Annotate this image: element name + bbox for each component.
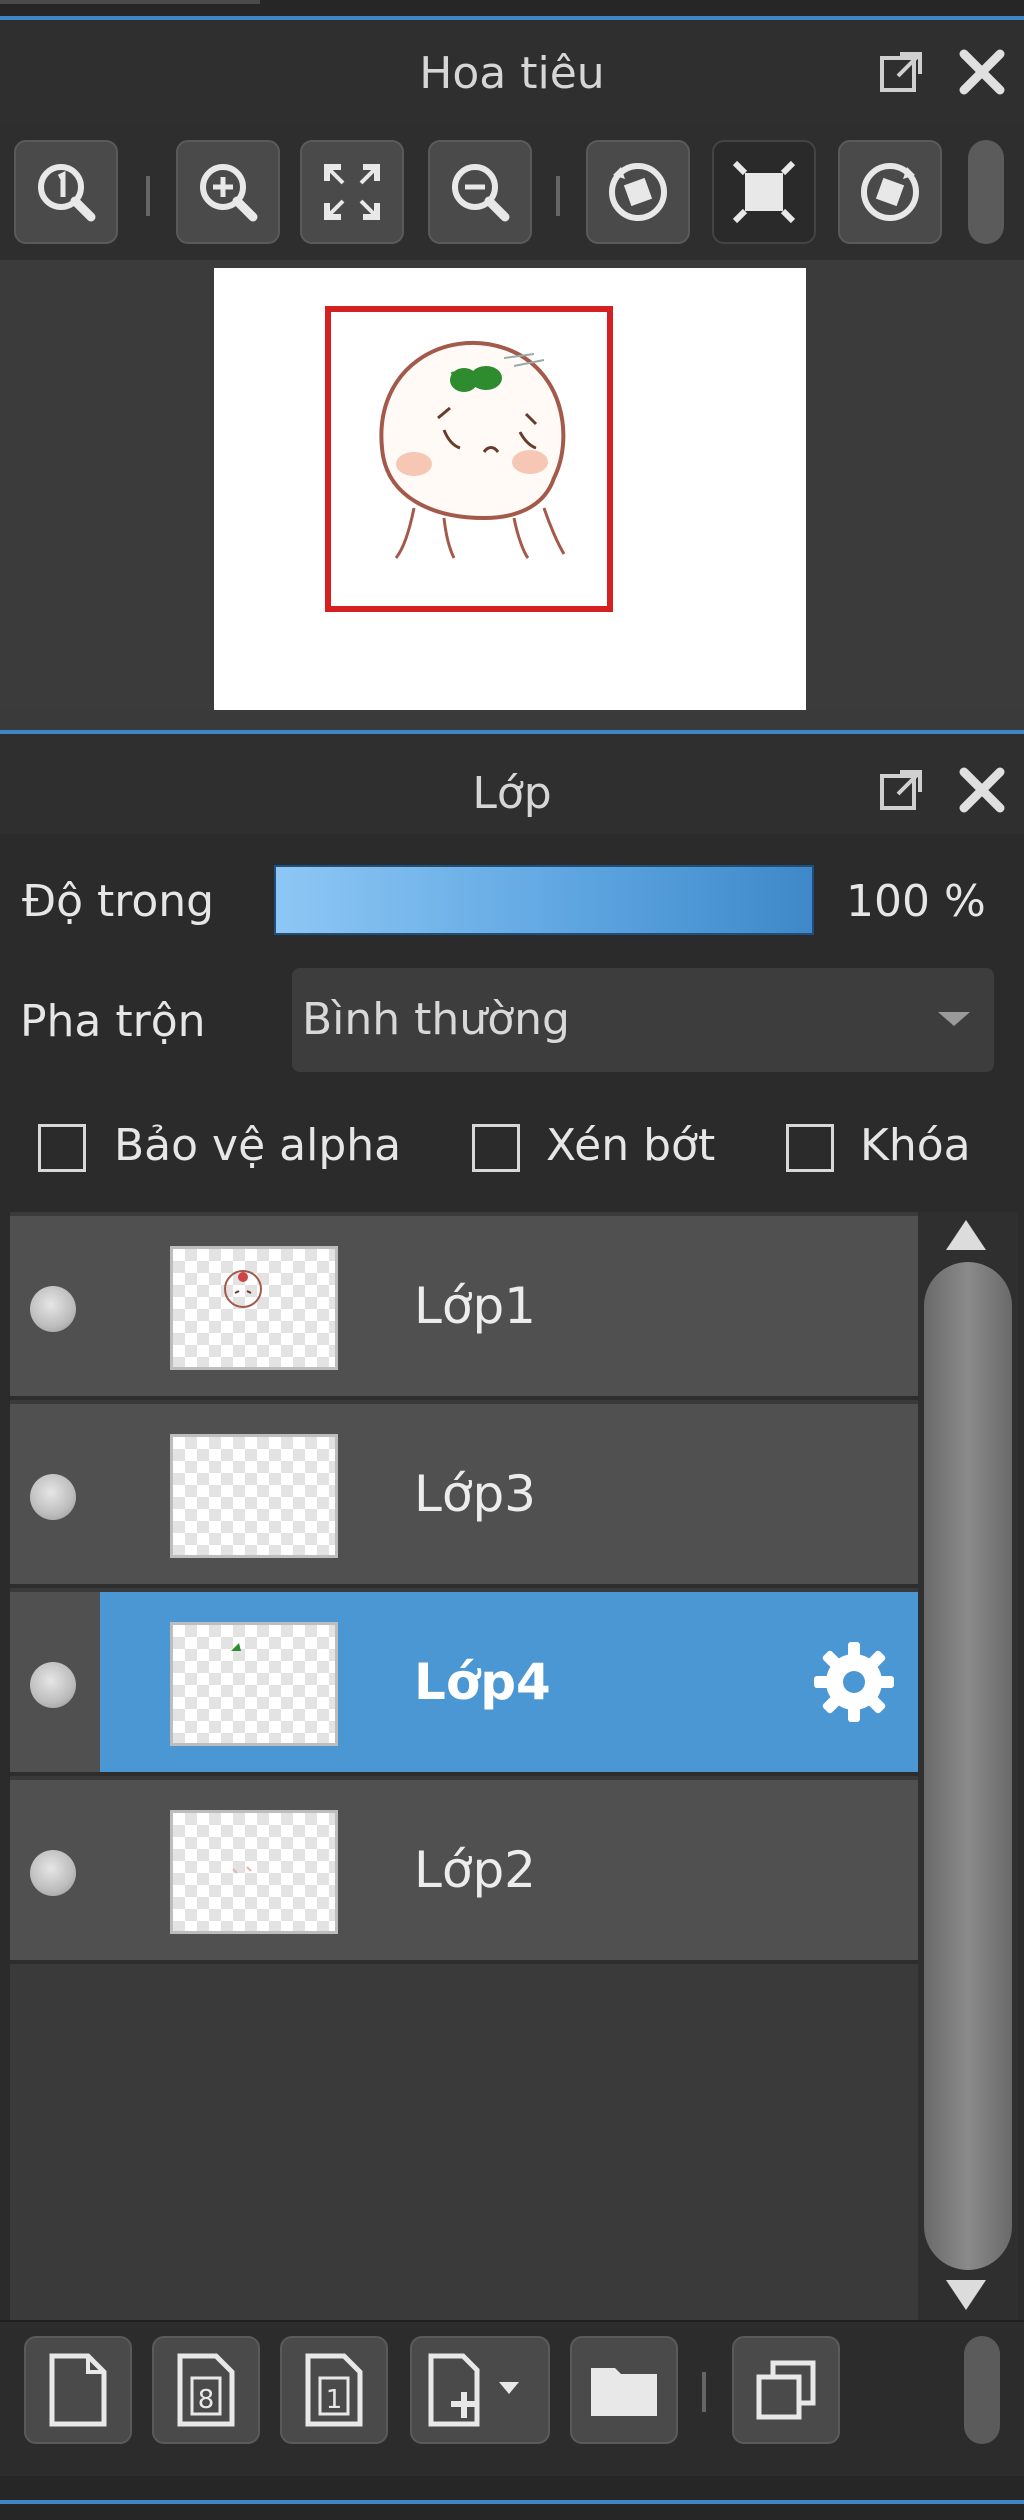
flip-frame-icon — [732, 160, 796, 224]
close-icon[interactable] — [952, 760, 1012, 820]
chevron-down-icon — [938, 1012, 970, 1026]
navigator-view-frame[interactable] — [325, 306, 613, 612]
layer-thumbnail — [170, 1246, 338, 1370]
protect-alpha-label: Bảo vệ alpha — [114, 1120, 402, 1171]
navigator-toolbar — [0, 124, 1024, 260]
new-8bit-layer-icon: 8 — [177, 2353, 235, 2427]
toolbar-scroll-handle[interactable] — [968, 140, 1004, 244]
popout-icon[interactable] — [872, 760, 932, 820]
sketch-thumbnail-icon — [232, 1866, 252, 1874]
layer-name: Lớp3 — [414, 1465, 536, 1523]
rotate-right-icon — [861, 163, 919, 221]
top-strip-mark — [0, 0, 260, 4]
new-layer-icon — [49, 2353, 107, 2427]
clipping-label: Xén bớt — [546, 1120, 716, 1171]
new-1bit-layer-button[interactable]: 1 — [280, 2336, 388, 2444]
lock-label: Khóa — [860, 1120, 971, 1171]
visibility-toggle[interactable] — [30, 1474, 76, 1520]
sketch-thumbnail-icon — [224, 1270, 262, 1308]
layer-row[interactable]: Lớp1 — [10, 1216, 918, 1400]
zoom-in-icon — [200, 164, 258, 222]
duplicate-layer-icon — [756, 2360, 816, 2420]
top-strip — [0, 0, 1024, 16]
scrollbar-thumb[interactable] — [924, 1262, 1012, 2270]
opacity-slider[interactable] — [274, 865, 814, 935]
add-layer-dropdown-icon — [428, 2353, 519, 2427]
fit-screen-icon — [324, 164, 380, 220]
layer-row[interactable]: Lớp3 — [10, 1404, 918, 1588]
opacity-value: 100 % — [846, 876, 986, 927]
layer-thumbnail — [170, 1810, 338, 1934]
layer-thumbnail — [170, 1434, 338, 1558]
layer-row-selected[interactable]: Lớp4 — [10, 1592, 918, 1776]
toolbar-separator — [702, 2372, 706, 2412]
navigator-title: Hoa tiêu — [419, 48, 605, 99]
zoom-actual-button[interactable] — [14, 140, 118, 244]
fit-screen-button[interactable] — [300, 140, 404, 244]
toolbar-scroll-handle[interactable] — [964, 2336, 1000, 2444]
new-folder-button[interactable] — [570, 2336, 678, 2444]
duplicate-layer-button[interactable] — [732, 2336, 840, 2444]
zoom-out-button[interactable] — [428, 140, 532, 244]
toolbar-separator — [146, 176, 150, 216]
folder-icon — [591, 2368, 657, 2416]
clipping-checkbox[interactable] — [472, 1124, 520, 1172]
navigator-titlebar: Hoa tiêu — [0, 20, 1024, 128]
scroll-down-icon[interactable] — [946, 2280, 986, 2310]
zoom-in-button[interactable] — [176, 140, 280, 244]
opacity-label: Độ trong — [22, 876, 215, 927]
zoom-out-icon — [452, 164, 510, 222]
protect-alpha-checkbox[interactable] — [38, 1124, 86, 1172]
visibility-toggle[interactable] — [30, 1286, 76, 1332]
rotate-left-icon — [609, 163, 667, 221]
layers-title: Lớp — [472, 768, 552, 819]
toolbar-separator — [556, 176, 560, 216]
leaf-thumbnail-icon — [231, 1643, 241, 1651]
close-icon[interactable] — [952, 42, 1012, 102]
layer-name: Lớp1 — [414, 1277, 536, 1335]
flip-frame-button[interactable] — [712, 140, 816, 244]
visibility-toggle[interactable] — [30, 1662, 76, 1708]
popout-icon[interactable] — [872, 42, 932, 102]
bottom-strip — [0, 2476, 1024, 2520]
new-1bit-layer-icon: 1 — [305, 2353, 363, 2427]
new-layer-button[interactable] — [24, 2336, 132, 2444]
layer-name: Lớp4 — [414, 1653, 551, 1711]
add-layer-dropdown-button[interactable] — [410, 2336, 550, 2444]
svg-text:8: 8 — [198, 2385, 215, 2415]
visibility-toggle[interactable] — [30, 1850, 76, 1896]
rotate-right-button[interactable] — [838, 140, 942, 244]
svg-text:1: 1 — [326, 2385, 343, 2415]
zoom-actual-icon — [38, 164, 96, 222]
new-8bit-layer-button[interactable]: 8 — [152, 2336, 260, 2444]
rotate-left-button[interactable] — [586, 140, 690, 244]
blend-label: Pha trộn — [20, 996, 206, 1047]
scroll-up-icon[interactable] — [946, 1220, 986, 1250]
layer-thumbnail — [170, 1622, 338, 1746]
blend-mode-value: Bình thường — [302, 994, 570, 1045]
layers-titlebar: Lớp — [0, 734, 1024, 834]
panel-divider — [0, 2500, 1024, 2504]
layer-name: Lớp2 — [414, 1841, 536, 1899]
layer-row[interactable]: Lớp2 — [10, 1780, 918, 1964]
blend-mode-select[interactable]: Bình thường — [292, 968, 994, 1072]
gear-icon[interactable] — [810, 1638, 898, 1726]
lock-checkbox[interactable] — [786, 1124, 834, 1172]
